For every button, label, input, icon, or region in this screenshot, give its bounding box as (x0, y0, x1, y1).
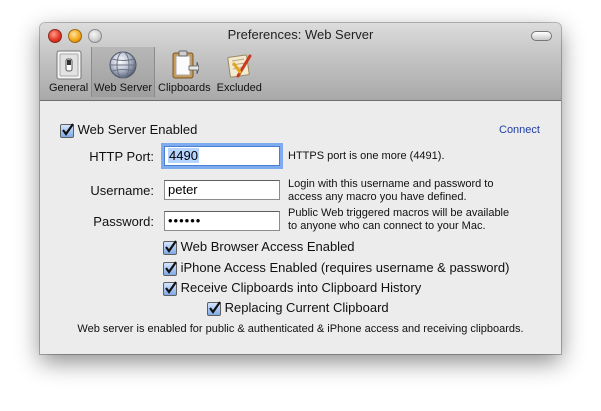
https-port-hint: HTTPS port is one more (4491). (288, 150, 445, 162)
web-browser-access-label: Web Browser Access Enabled (180, 239, 355, 254)
tab-clipboards[interactable]: Clipboards (155, 47, 214, 97)
replacing-clipboard-label: Replacing Current Clipboard (224, 300, 389, 315)
username-label: Username: (90, 183, 154, 198)
connect-link[interactable]: Connect (499, 124, 540, 136)
switch-icon (52, 49, 86, 81)
http-port-label: HTTP Port: (89, 149, 154, 164)
iphone-access-label: iPhone Access Enabled (requires username… (180, 260, 510, 275)
tab-general[interactable]: General (46, 47, 91, 97)
login-hint: Login with this username and password to… (288, 178, 493, 204)
window-title: Preferences: Web Server (227, 27, 374, 42)
title-bar: Preferences: Web Server General Web Serv… (40, 23, 561, 101)
tab-clipboards-label: Clipboards (158, 82, 211, 94)
preferences-window: Preferences: Web Server General Web Serv… (40, 23, 561, 354)
password-field[interactable]: •••••• (164, 211, 280, 231)
login-hint-line1: Login with this username and password to (288, 178, 494, 190)
preferences-toolbar: General Web Server Clipboards Excluded (46, 47, 265, 99)
login-hint-line2: access any macro you have defined. (288, 191, 467, 203)
web-browser-access-checkbox[interactable] (163, 239, 177, 255)
replacing-clipboard-checkbox[interactable] (207, 300, 221, 316)
public-hint-line2: to anyone who can connect to your Mac. (288, 220, 486, 232)
password-label: Password: (93, 214, 154, 229)
web-browser-access-row[interactable]: Web Browser Access Enabled (163, 239, 355, 255)
username-field[interactable]: peter (164, 180, 280, 200)
clipboard-icon (167, 49, 201, 81)
iphone-access-row[interactable]: iPhone Access Enabled (requires username… (163, 260, 509, 276)
public-hint-line1: Public Web triggered macros will be avai… (288, 207, 510, 219)
tab-general-label: General (49, 82, 89, 94)
globe-icon (106, 49, 140, 81)
toolbar-toggle-button[interactable] (531, 31, 552, 41)
receive-clipboards-row[interactable]: Receive Clipboards into Clipboard Histor… (163, 280, 421, 296)
tab-excluded[interactable]: Excluded (214, 47, 265, 97)
replacing-clipboard-row[interactable]: Replacing Current Clipboard (207, 300, 389, 316)
tab-web-server[interactable]: Web Server (91, 47, 156, 97)
http-port-value: 4490 (168, 148, 199, 163)
http-port-field[interactable]: 4490 (164, 146, 280, 166)
receive-clipboards-checkbox[interactable] (163, 280, 177, 296)
server-status-text: Web server is enabled for public & authe… (77, 323, 524, 335)
public-hint: Public Web triggered macros will be avai… (288, 207, 509, 233)
web-server-enabled-row[interactable]: Web Server Enabled (60, 122, 197, 138)
tab-excluded-label: Excluded (216, 82, 262, 94)
web-server-enabled-label: Web Server Enabled (77, 122, 198, 137)
iphone-access-checkbox[interactable] (163, 260, 177, 276)
tab-web-server-label: Web Server (94, 82, 153, 94)
receive-clipboards-label: Receive Clipboards into Clipboard Histor… (180, 280, 422, 295)
web-server-enabled-checkbox[interactable] (60, 122, 74, 138)
excluded-apps-icon (222, 49, 256, 81)
web-server-pane: Web Server Enabled Connect HTTP Port: 44… (40, 101, 561, 354)
